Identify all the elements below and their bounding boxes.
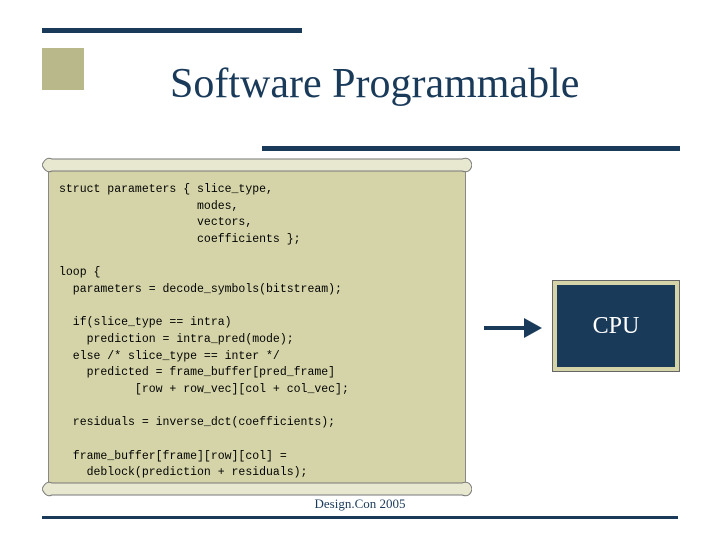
arrow-icon bbox=[484, 318, 544, 338]
decor-top-bar bbox=[42, 28, 302, 33]
scroll-curl-top bbox=[42, 156, 472, 174]
slide-title: Software Programmable bbox=[170, 60, 579, 108]
cpu-label: CPU bbox=[593, 313, 640, 340]
decor-accent-square bbox=[42, 48, 84, 90]
code-scroll: struct parameters { slice_type, modes, v… bbox=[42, 160, 472, 494]
decor-bottom-bar bbox=[42, 516, 678, 519]
code-block: struct parameters { slice_type, modes, v… bbox=[48, 170, 466, 484]
cpu-box: CPU bbox=[552, 280, 680, 372]
decor-mid-bar bbox=[262, 146, 680, 151]
footer-text: Design.Con 2005 bbox=[0, 496, 720, 512]
